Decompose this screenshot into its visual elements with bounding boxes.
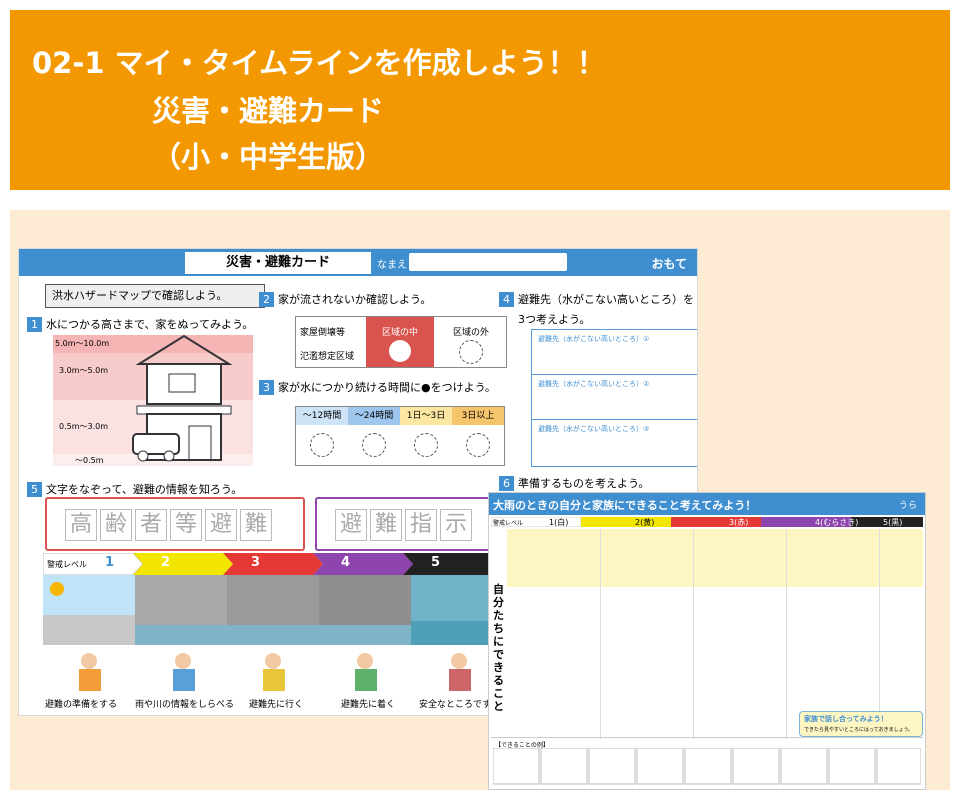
question-4: 4 避難先（水がこない高いところ）を xyxy=(499,291,694,307)
duration-option[interactable]: 〜12時間 xyxy=(296,407,348,465)
back-title: 大雨のときの自分と家族にできること考えてみよう！ xyxy=(493,499,757,512)
question-2: 2 家が流されないか確認しよう。 xyxy=(259,291,431,307)
header-subtitle: 災害・避難カード xyxy=(152,94,385,128)
question-5: 5 文字をなぞって、避難の情報を知ろう。 xyxy=(27,481,242,497)
zone-inside-cell[interactable]: 区域の中 xyxy=(366,317,434,367)
back-level-head: 4(むらさき) xyxy=(815,518,859,527)
back-level-head: 2(黄) xyxy=(635,518,655,527)
back-side-label: うら xyxy=(898,501,917,511)
zone-outside-label: 区域の外 xyxy=(452,328,489,338)
duration-option[interactable]: 3日以上 xyxy=(452,407,504,465)
answer-circle[interactable] xyxy=(389,340,411,362)
question-1: 1 水につかる高さまで、家をぬってみよう。 xyxy=(27,316,253,332)
evacuation-destinations: 避難先（水がこない高いところ）① 避難先（水がこない高いところ）② 避難先（水が… xyxy=(531,329,697,467)
answer-circle[interactable] xyxy=(362,433,386,457)
trace-char[interactable]: 難 xyxy=(370,509,402,541)
examples-illustrations xyxy=(493,748,921,785)
level-number: 5 xyxy=(431,555,441,570)
zone-inside-label: 区域の中 xyxy=(381,328,418,338)
destination-field[interactable]: 避難先（水がこない高いところ）③ xyxy=(532,420,697,465)
trace-char[interactable]: 示 xyxy=(440,509,472,541)
name-label: なまえ xyxy=(377,260,407,271)
house-illustration xyxy=(132,334,233,462)
level-column[interactable] xyxy=(786,529,880,739)
trace-char[interactable]: 等 xyxy=(170,509,202,541)
name-field[interactable] xyxy=(409,253,567,271)
answer-circle[interactable] xyxy=(310,433,334,457)
question-4-continued: 3つ考えよう。 xyxy=(518,313,591,326)
family-note-box: 家族で話し合ってみよう！ できたら見やすいところにはっておきましょう。 xyxy=(799,711,923,737)
zone-row-label: 家屋倒壊等 xyxy=(300,328,346,338)
trace-char[interactable]: 避 xyxy=(335,509,367,541)
card-title: 災害・避難カード xyxy=(185,252,371,274)
evacuation-card-back: 大雨のときの自分と家族にできること考えてみよう！ うら 警戒レベル 1(白) 2… xyxy=(488,492,926,790)
answer-circle[interactable] xyxy=(414,433,438,457)
level-column[interactable] xyxy=(879,529,923,739)
back-level-head: 1(白) xyxy=(549,518,569,527)
question-6: 6 準備するものを考えよう。 xyxy=(499,475,650,491)
hazard-map-box: 洪水ハザードマップで確認しよう。 xyxy=(45,284,265,308)
back-level-label: 警戒レベル xyxy=(493,520,524,527)
back-level-head: 5(黒) xyxy=(883,518,903,527)
front-side-label: おもて xyxy=(651,257,687,271)
action-label: 避難の準備をする xyxy=(45,700,118,710)
trace-group-evacuation-order: 避難指示 xyxy=(315,497,509,551)
action-label: 避難先に着く xyxy=(341,700,396,710)
answer-circle[interactable] xyxy=(466,433,490,457)
depth-label: 0.5m〜3.0m xyxy=(59,422,109,431)
back-level-head: 3(赤) xyxy=(729,518,749,527)
header-banner: 02-1 マイ・タイムラインを作成しよう！！ 災害・避難カード （小・中学生版） xyxy=(10,10,950,190)
weather-scenes-illustration xyxy=(43,575,505,645)
level-number: 2 xyxy=(161,555,171,570)
action-label: 避難先に行く xyxy=(249,700,304,710)
level-label: 警戒レベル xyxy=(47,560,87,569)
duration-option[interactable]: 〜24時間 xyxy=(348,407,400,465)
zone-row-label: 氾濫想定区域 xyxy=(300,352,355,362)
duration-option[interactable]: 1日〜3日 xyxy=(400,407,452,465)
level-column[interactable] xyxy=(600,529,694,739)
trace-char[interactable]: 避 xyxy=(205,509,237,541)
depth-label: 〜0.5m xyxy=(75,456,104,465)
answer-circle[interactable] xyxy=(459,340,483,364)
family-note: 家族で話し合ってみよう！ xyxy=(804,715,888,723)
question-3: 3 家が水につかり続ける時間に●をつけよう。 xyxy=(259,379,496,395)
header-subtitle-edition: （小・中学生版） xyxy=(152,140,385,174)
level-number: 1 xyxy=(105,555,115,570)
collapse-zone-table: 家屋倒壊等 氾濫想定区域 区域の中 区域の外 xyxy=(295,316,507,368)
examples-section: 【できることの例】 xyxy=(491,737,923,788)
people-illustrations xyxy=(79,653,471,691)
depth-label: 5.0m〜10.0m xyxy=(55,339,110,348)
level-column[interactable] xyxy=(693,529,787,739)
depth-label: 3.0m〜5.0m xyxy=(59,366,109,375)
zone-outside-cell[interactable]: 区域の外 xyxy=(436,317,506,367)
level-number: 3 xyxy=(251,555,261,570)
trace-char[interactable]: 指 xyxy=(405,509,437,541)
flood-duration-table: 〜12時間 〜24時間 1日〜3日 3日以上 xyxy=(295,406,505,466)
level-column[interactable] xyxy=(507,529,601,739)
family-note-sub: できたら見やすいところにはっておきましょう。 xyxy=(804,727,914,733)
trace-char[interactable]: 齢 xyxy=(100,509,132,541)
trace-char[interactable]: 高 xyxy=(65,509,97,541)
destination-field[interactable]: 避難先（水がこない高いところ）② xyxy=(532,375,697,420)
level-number: 4 xyxy=(341,555,351,570)
header-title: 02-1 マイ・タイムラインを作成しよう！！ xyxy=(32,46,606,80)
vertical-label: 自分たちにできること xyxy=(493,583,504,713)
action-label: 雨や川の情報をしらべる xyxy=(135,700,235,710)
trace-char[interactable]: 難 xyxy=(240,509,272,541)
destination-field[interactable]: 避難先（水がこない高いところ）① xyxy=(532,330,697,375)
trace-char[interactable]: 者 xyxy=(135,509,167,541)
trace-group-elderly-evacuation: 高齢者等避難 xyxy=(45,497,305,551)
